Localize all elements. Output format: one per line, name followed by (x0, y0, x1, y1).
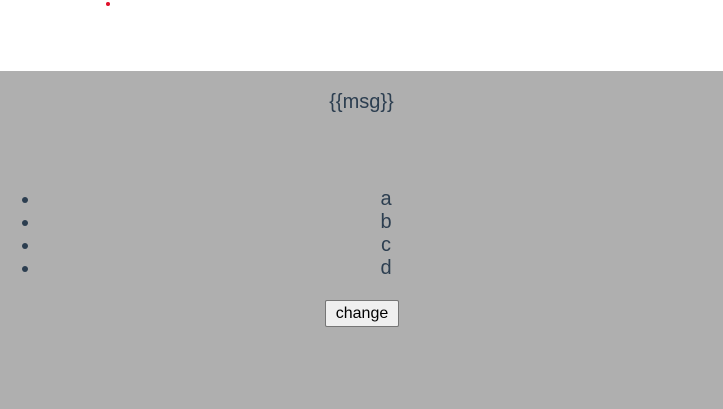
red-indicator-dot (106, 2, 110, 6)
bullet-icon (22, 266, 28, 272)
top-white-area (0, 0, 723, 71)
app-container: {{msg}} a b c d change (0, 71, 723, 409)
change-button[interactable]: change (325, 300, 399, 327)
list-item: a (0, 188, 723, 211)
list-item-label: b (380, 211, 392, 233)
bullet-icon (22, 197, 28, 203)
message-text: {{msg}} (329, 91, 394, 113)
list-item-label: c (381, 234, 391, 256)
list-item-label: a (380, 188, 392, 210)
bullet-icon (22, 220, 28, 226)
list-item: d (0, 257, 723, 280)
page: {{msg}} a b c d change (0, 0, 723, 409)
bullet-icon (22, 243, 28, 249)
list-item-label: d (380, 257, 392, 279)
list-item: c (0, 234, 723, 257)
item-list: a b c d (0, 188, 723, 280)
list-item: b (0, 211, 723, 234)
